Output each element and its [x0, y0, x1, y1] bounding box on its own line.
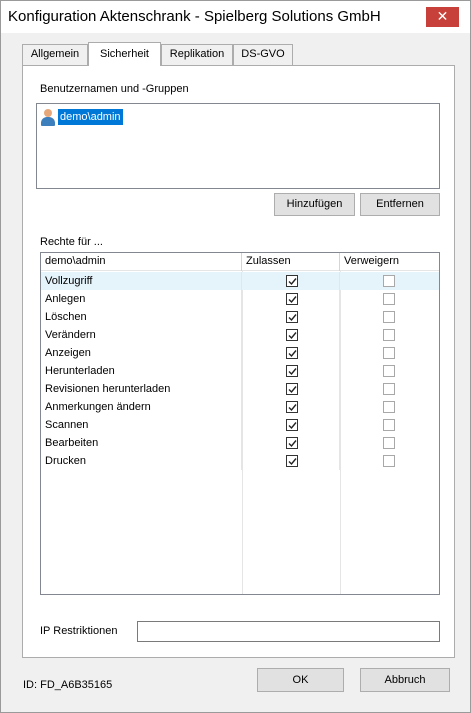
column-header-allow[interactable]: Zulassen	[242, 253, 340, 271]
window-title: Konfiguration Aktenschrank - Spielberg S…	[8, 8, 381, 25]
user-icon	[40, 108, 56, 126]
deny-checkbox[interactable]	[383, 347, 395, 359]
deny-checkbox[interactable]	[383, 275, 395, 287]
title-bar: Konfiguration Aktenschrank - Spielberg S…	[1, 1, 470, 33]
allow-checkbox[interactable]	[286, 383, 298, 395]
tab-replikation[interactable]: Replikation	[161, 44, 233, 65]
table-row[interactable]: Anlegen	[41, 290, 439, 308]
deny-checkbox[interactable]	[383, 419, 395, 431]
allow-cell	[242, 308, 340, 326]
dialog-id: ID: FD_A6B35165	[23, 679, 113, 691]
right-name: Drucken	[41, 452, 242, 470]
deny-checkbox[interactable]	[383, 437, 395, 449]
security-tab-panel: Benutzernamen und -Gruppen demo\admin Hi…	[22, 65, 455, 658]
table-row[interactable]: Verändern	[41, 326, 439, 344]
remove-button[interactable]: Entfernen	[360, 193, 440, 216]
users-list[interactable]: demo\admin	[36, 103, 440, 189]
deny-cell	[340, 326, 439, 344]
allow-checkbox[interactable]	[286, 401, 298, 413]
deny-cell	[340, 272, 439, 290]
rights-grid: demo\admin Zulassen Verweigern Vollzugri…	[40, 252, 440, 595]
cancel-button[interactable]: Abbruch	[360, 668, 450, 692]
grid-header: demo\admin Zulassen Verweigern	[41, 253, 439, 271]
deny-cell	[340, 308, 439, 326]
right-name: Vollzugriff	[41, 272, 242, 290]
deny-cell	[340, 452, 439, 470]
allow-cell	[242, 380, 340, 398]
table-row[interactable]: Bearbeiten	[41, 434, 439, 452]
add-button[interactable]: Hinzufügen	[274, 193, 355, 216]
allow-checkbox[interactable]	[286, 347, 298, 359]
user-name: demo\admin	[58, 109, 123, 125]
close-icon: ✕	[436, 9, 449, 25]
allow-cell	[242, 326, 340, 344]
allow-cell	[242, 272, 340, 290]
tab-sicherheit[interactable]: Sicherheit	[88, 42, 161, 66]
tab-allgemein[interactable]: Allgemein	[22, 44, 88, 65]
right-name: Scannen	[41, 416, 242, 434]
ok-button[interactable]: OK	[257, 668, 344, 692]
deny-checkbox[interactable]	[383, 293, 395, 305]
deny-cell	[340, 380, 439, 398]
ip-restrictions-input[interactable]	[137, 621, 440, 642]
table-row[interactable]: Löschen	[41, 308, 439, 326]
allow-checkbox[interactable]	[286, 455, 298, 467]
allow-checkbox[interactable]	[286, 437, 298, 449]
ip-restrictions-label: IP Restriktionen	[40, 625, 118, 637]
list-item-user[interactable]: demo\admin	[40, 108, 123, 126]
deny-cell	[340, 344, 439, 362]
allow-cell	[242, 452, 340, 470]
deny-checkbox[interactable]	[383, 365, 395, 377]
deny-cell	[340, 416, 439, 434]
deny-checkbox[interactable]	[383, 383, 395, 395]
allow-cell	[242, 398, 340, 416]
deny-cell	[340, 362, 439, 380]
allow-checkbox[interactable]	[286, 329, 298, 341]
deny-cell	[340, 398, 439, 416]
table-row[interactable]: Herunterladen	[41, 362, 439, 380]
dialog-window: Konfiguration Aktenschrank - Spielberg S…	[0, 0, 471, 713]
allow-cell	[242, 290, 340, 308]
deny-checkbox[interactable]	[383, 329, 395, 341]
right-name: Löschen	[41, 308, 242, 326]
allow-cell	[242, 344, 340, 362]
right-name: Anzeigen	[41, 344, 242, 362]
rights-for-label: Rechte für ...	[40, 236, 103, 248]
allow-cell	[242, 416, 340, 434]
column-header-user[interactable]: demo\admin	[41, 253, 242, 271]
tab-ds-gvo[interactable]: DS-GVO	[233, 44, 293, 65]
deny-checkbox[interactable]	[383, 455, 395, 467]
allow-checkbox[interactable]	[286, 275, 298, 287]
allow-cell	[242, 362, 340, 380]
deny-checkbox[interactable]	[383, 401, 395, 413]
right-name: Verändern	[41, 326, 242, 344]
right-name: Anmerkungen ändern	[41, 398, 242, 416]
table-row[interactable]: Drucken	[41, 452, 439, 470]
allow-cell	[242, 434, 340, 452]
allow-checkbox[interactable]	[286, 311, 298, 323]
right-name: Bearbeiten	[41, 434, 242, 452]
users-groups-label: Benutzernamen und -Gruppen	[40, 83, 189, 95]
table-row[interactable]: Revisionen herunterladen	[41, 380, 439, 398]
table-row[interactable]: Anmerkungen ändern	[41, 398, 439, 416]
column-header-deny[interactable]: Verweigern	[340, 253, 439, 271]
right-name: Revisionen herunterladen	[41, 380, 242, 398]
allow-checkbox[interactable]	[286, 293, 298, 305]
right-name: Herunterladen	[41, 362, 242, 380]
table-row[interactable]: Scannen	[41, 416, 439, 434]
allow-checkbox[interactable]	[286, 365, 298, 377]
close-button[interactable]: ✕	[426, 7, 459, 27]
deny-cell	[340, 290, 439, 308]
allow-checkbox[interactable]	[286, 419, 298, 431]
table-row[interactable]: Anzeigen	[41, 344, 439, 362]
deny-cell	[340, 434, 439, 452]
table-row[interactable]: Vollzugriff	[41, 272, 439, 290]
deny-checkbox[interactable]	[383, 311, 395, 323]
right-name: Anlegen	[41, 290, 242, 308]
